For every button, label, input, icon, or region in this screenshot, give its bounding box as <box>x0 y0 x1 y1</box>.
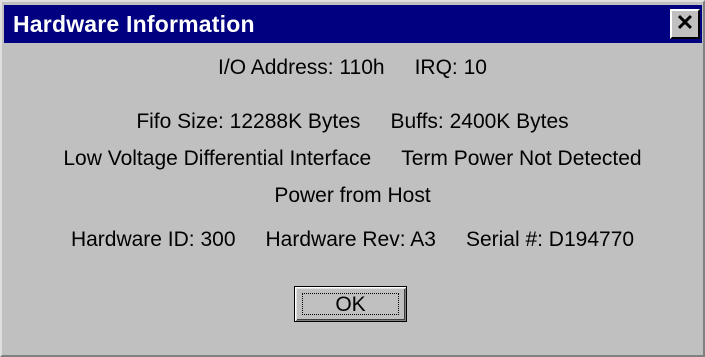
fifo-buffs-row: Fifo Size: 12288K Bytes Buffs: 2400K Byte… <box>2 110 703 134</box>
window-title: Hardware Information <box>13 11 255 37</box>
term-power-text: Term Power Not Detected <box>401 147 642 170</box>
power-source-text: Power from Host <box>274 184 431 207</box>
hardware-info-dialog: Hardware Information ✕ I/O Address: 110h… <box>0 0 705 357</box>
irq-text: IRQ: 10 <box>414 56 487 79</box>
io-address-text: I/O Address: 110h <box>218 56 385 79</box>
close-button[interactable]: ✕ <box>670 9 700 39</box>
ok-button[interactable]: OK <box>294 286 407 322</box>
title-bar[interactable]: Hardware Information ✕ <box>4 5 702 43</box>
hardware-rev-text: Hardware Rev: A3 <box>265 228 436 251</box>
address-irq-row: I/O Address: 110h IRQ: 10 <box>2 56 703 80</box>
ok-button-label: OK <box>302 293 399 316</box>
interface-row: Low Voltage Differential Interface Term P… <box>2 147 703 171</box>
close-icon: ✕ <box>675 10 695 35</box>
serial-text: Serial #: D194770 <box>465 228 635 251</box>
buffs-text: Buffs: 2400K Bytes <box>390 110 569 133</box>
hardware-id-text: Hardware ID: 300 <box>70 228 236 251</box>
fifo-size-text: Fifo Size: 12288K Bytes <box>136 110 361 133</box>
power-row: Power from Host <box>2 184 703 208</box>
dialog-body: I/O Address: 110h IRQ: 10 Fifo Size: 1228… <box>2 46 703 355</box>
interface-text: Low Voltage Differential Interface <box>63 147 372 170</box>
hardware-row: Hardware ID: 300 Hardware Rev: A3 Serial #… <box>2 228 703 252</box>
